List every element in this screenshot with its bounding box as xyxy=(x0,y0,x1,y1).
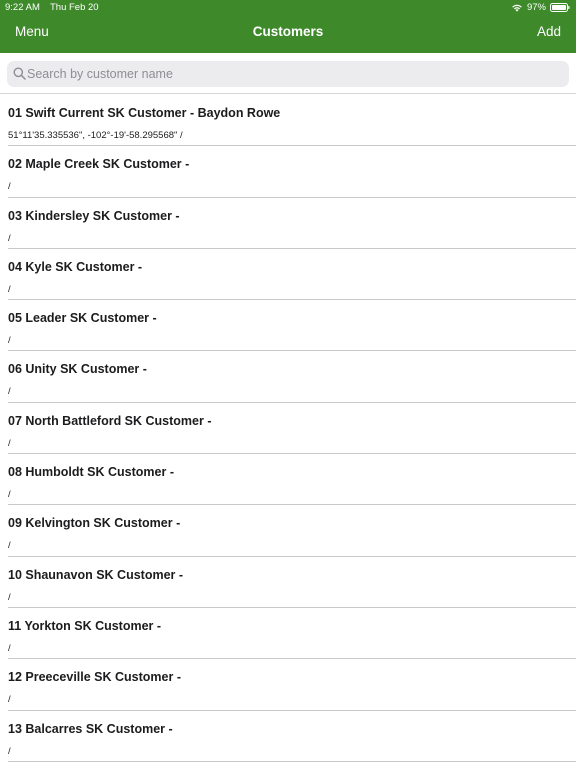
customer-name: 11 Yorkton SK Customer - xyxy=(8,618,162,633)
search-field-container[interactable] xyxy=(7,61,569,87)
customer-location: / xyxy=(8,489,11,501)
customer-location: / xyxy=(8,232,11,244)
status-indicators: 97% xyxy=(511,2,570,13)
customer-list-item[interactable]: 13 Balcarres SK Customer - / xyxy=(8,711,576,762)
customer-name: 13 Balcarres SK Customer - xyxy=(8,721,173,736)
app-header: 9:22 AM Thu Feb 20 97% Menu Customers Ad… xyxy=(0,0,576,53)
status-date: Thu Feb 20 xyxy=(50,2,99,13)
battery-percent: 97% xyxy=(526,2,546,13)
customer-list: 01 Swift Current SK Customer - Baydon Ro… xyxy=(0,95,576,762)
customer-list-item[interactable]: 05 Leader SK Customer - / xyxy=(8,300,576,352)
customer-name: 08 Humboldt SK Customer - xyxy=(8,465,174,480)
customer-name: 06 Unity SK Customer - xyxy=(8,362,147,377)
search-input[interactable] xyxy=(27,61,557,87)
customer-location: / xyxy=(8,335,11,347)
customer-name: 03 Kindersley SK Customer - xyxy=(8,208,180,223)
customer-list-item[interactable]: 09 Kelvington SK Customer - / xyxy=(8,505,576,557)
customer-list-item[interactable]: 10 Shaunavon SK Customer - / xyxy=(8,557,576,608)
customer-location: / xyxy=(8,694,11,706)
customer-list-item[interactable]: 03 Kindersley SK Customer - / xyxy=(8,198,576,249)
customer-list-item[interactable]: 02 Maple Creek SK Customer - / xyxy=(8,146,576,198)
customer-list-item[interactable]: 07 North Battleford SK Customer - / xyxy=(8,403,576,455)
customers-screen: 9:22 AM Thu Feb 20 97% Menu Customers Ad… xyxy=(0,0,576,768)
customer-list-item[interactable]: 08 Humboldt SK Customer - / xyxy=(8,454,576,506)
customer-name: 09 Kelvington SK Customer - xyxy=(8,516,181,531)
customer-location: / xyxy=(8,540,11,552)
navigation-bar: Menu Customers Add xyxy=(0,16,576,53)
customer-list-item[interactable]: 06 Unity SK Customer - / xyxy=(8,351,576,403)
customer-location: / xyxy=(8,591,11,603)
customer-list-item[interactable]: 04 Kyle SK Customer - / xyxy=(8,249,576,301)
customer-list-item[interactable]: 01 Swift Current SK Customer - Baydon Ro… xyxy=(8,95,576,147)
customer-name: 12 Preeceville SK Customer - xyxy=(8,670,181,685)
customer-location: / xyxy=(8,181,11,193)
customer-location: / xyxy=(8,283,11,295)
search-bar xyxy=(0,53,576,94)
search-icon xyxy=(13,67,26,85)
customer-name: 10 Shaunavon SK Customer - xyxy=(8,567,184,582)
status-time: 9:22 AM xyxy=(5,2,40,13)
status-bar: 9:22 AM Thu Feb 20 97% xyxy=(0,0,576,16)
customer-name: 02 Maple Creek SK Customer - xyxy=(8,157,190,172)
customer-name: 04 Kyle SK Customer - xyxy=(8,259,143,274)
customer-location: / xyxy=(8,386,11,398)
customer-list-item[interactable]: 12 Preeceville SK Customer - / xyxy=(8,659,576,711)
customer-location: 51°11'35.335536", -102°-19'-58.295568" / xyxy=(8,130,183,141)
customer-name: 07 North Battleford SK Customer - xyxy=(8,413,212,428)
customer-name: 01 Swift Current SK Customer - Baydon Ro… xyxy=(8,106,281,120)
page-title: Customers xyxy=(252,24,324,39)
customer-name: 05 Leader SK Customer - xyxy=(8,311,157,326)
add-customer-button[interactable]: Add xyxy=(537,24,561,39)
battery-icon xyxy=(550,3,570,12)
customer-list-item[interactable]: 11 Yorkton SK Customer - / xyxy=(8,608,576,660)
customer-location: / xyxy=(8,745,11,757)
customer-location: / xyxy=(8,642,11,654)
customer-location: / xyxy=(8,437,11,449)
wifi-icon xyxy=(511,3,523,12)
